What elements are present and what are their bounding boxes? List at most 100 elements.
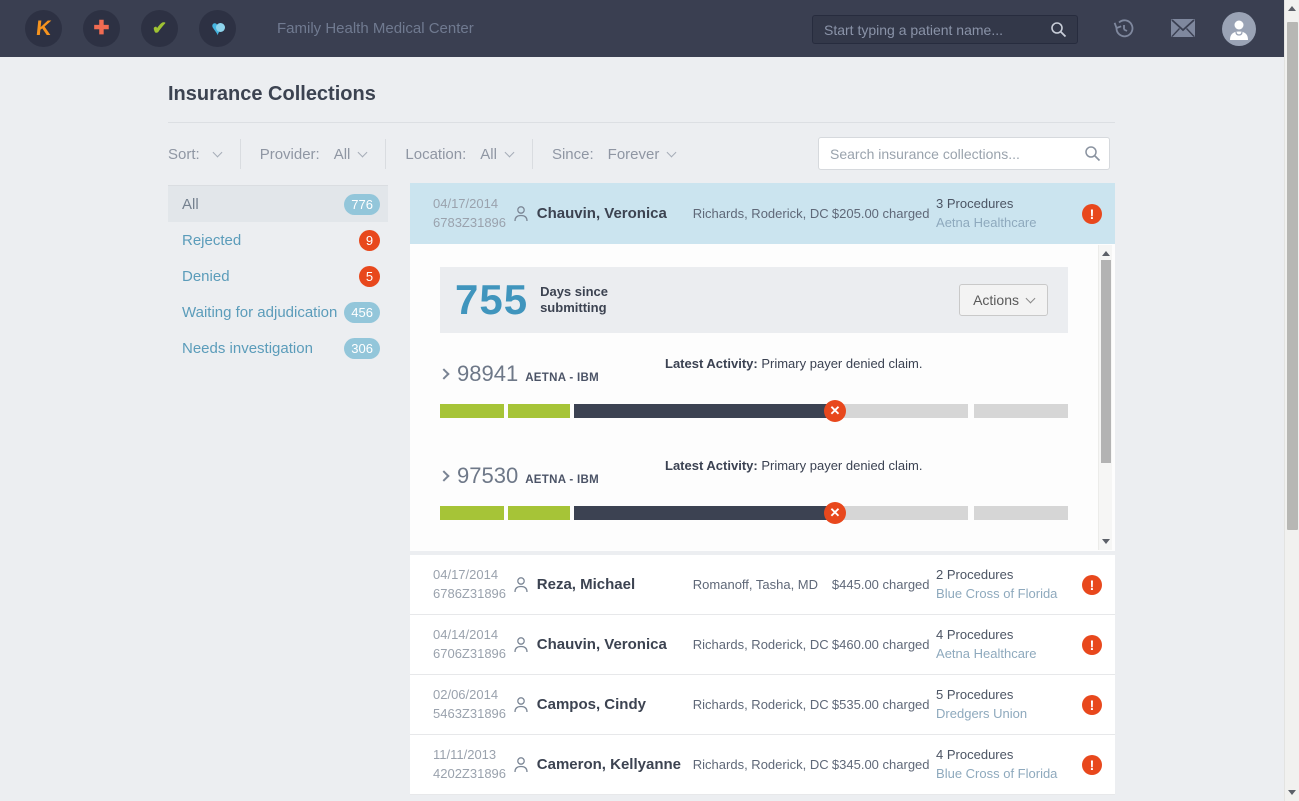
procedures-cell: 5 Procedures Dredgers Union <box>936 686 1082 724</box>
patient-cell: Chauvin, Veronica <box>513 205 693 222</box>
claim-row[interactable]: 02/06/2014 5463Z31896 Campos, Cindy Rich… <box>410 675 1115 735</box>
procedure-block: 98941 AETNA - IBM Latest Activity: Prima… <box>440 352 1068 418</box>
location-label: Location: <box>405 146 466 163</box>
charged-amount: $445.00 charged <box>832 577 936 592</box>
patient-search-input[interactable] <box>812 15 1078 44</box>
person-icon <box>513 696 529 713</box>
progress-segment-complete <box>440 404 504 418</box>
history-icon[interactable] <box>1112 17 1136 46</box>
sidebar-item-label: Denied <box>182 268 230 285</box>
chevron-down-icon <box>1026 293 1036 303</box>
chevron-down-icon <box>667 147 677 157</box>
claim-row-selected[interactable]: 04/17/2014 6783Z31896 Chauvin, Veronica … <box>410 183 1115 244</box>
patient-name: Campos, Cindy <box>537 696 646 713</box>
tasks-check-icon[interactable]: ✔ <box>141 10 178 47</box>
alert-icon[interactable]: ! <box>1082 204 1102 224</box>
sidebar-item-rejected[interactable]: Rejected 9 <box>168 222 388 258</box>
heart-glyph: ♥ <box>211 18 223 39</box>
provider-filter[interactable]: Provider: All <box>260 146 367 163</box>
patient-cell: Reza, Michael <box>513 576 693 593</box>
collections-search-input[interactable] <box>818 137 1110 170</box>
medical-cross-icon[interactable]: ✚ <box>83 10 120 47</box>
chevron-down-icon <box>505 147 515 157</box>
charged-amount: $205.00 charged <box>832 206 936 221</box>
procedures-cell: 4 Procedures Aetna Healthcare <box>936 626 1082 664</box>
procedures-count: 2 Procedures <box>936 566 1082 585</box>
kareo-logo-icon[interactable]: K <box>25 10 62 47</box>
latest-activity: Latest Activity: Primary payer denied cl… <box>665 458 922 473</box>
chevron-down-icon <box>358 147 368 157</box>
denied-x-icon[interactable]: ✕ <box>824 400 846 422</box>
charged-amount: $460.00 charged <box>832 637 936 652</box>
progress-segment-complete <box>508 506 570 520</box>
progress-segment-pending <box>842 506 968 520</box>
claim-row[interactable]: 04/14/2014 6706Z31896 Chauvin, Veronica … <box>410 615 1115 675</box>
alert-icon[interactable]: ! <box>1082 695 1102 715</box>
location-value: All <box>480 146 497 163</box>
sidebar-item-label: Waiting for adjudication <box>182 304 337 321</box>
alert-icon[interactable]: ! <box>1082 635 1102 655</box>
search-icon[interactable] <box>1084 145 1101 167</box>
panel-scrollbar[interactable] <box>1098 245 1112 550</box>
provider-name: Richards, Roderick, DC <box>693 206 832 221</box>
claim-id: 6783Z31896 <box>433 214 513 233</box>
person-icon <box>513 636 529 653</box>
scrollbar-thumb[interactable] <box>1287 22 1298 530</box>
provider-name: Richards, Roderick, DC <box>693 697 832 712</box>
count-badge: 306 <box>344 338 380 359</box>
scroll-down-icon[interactable] <box>1102 539 1110 544</box>
sidebar-item-all[interactable]: All 776 <box>168 186 388 222</box>
payer-name[interactable]: Blue Cross of Florida <box>936 585 1082 604</box>
procedure-block: 97530 AETNA - IBM Latest Activity: Prima… <box>440 454 1068 520</box>
payer-name[interactable]: Blue Cross of Florida <box>936 765 1082 784</box>
since-filter[interactable]: Since: Forever <box>552 146 675 163</box>
charged-amount: $345.00 charged <box>832 757 936 772</box>
scroll-up-icon[interactable] <box>1102 251 1110 256</box>
filter-divider <box>240 139 241 169</box>
claim-detail-panel: 755 Days since submitting Actions 98941 … <box>410 244 1115 555</box>
sort-filter[interactable]: Sort: <box>168 146 221 163</box>
patient-cell: Cameron, Kellyanne <box>513 756 693 773</box>
procedure-plan: AETNA - IBM <box>525 474 599 486</box>
expand-chevron-icon[interactable] <box>438 368 449 379</box>
progress-segment-complete <box>440 506 504 520</box>
actions-button[interactable]: Actions <box>959 284 1048 316</box>
payer-name[interactable]: Dredgers Union <box>936 705 1082 724</box>
sidebar-item-label: All <box>182 196 199 213</box>
sidebar-item-denied[interactable]: Denied 5 <box>168 258 388 294</box>
payer-name[interactable]: Aetna Healthcare <box>936 645 1082 664</box>
claim-row[interactable]: 04/17/2014 6786Z31896 Reza, Michael Roma… <box>410 555 1115 615</box>
claim-row[interactable]: 11/11/2013 4202Z31896 Cameron, Kellyanne… <box>410 735 1115 795</box>
procedure-code[interactable]: 97530 <box>457 463 518 489</box>
alert-icon[interactable]: ! <box>1082 755 1102 775</box>
expand-chevron-icon[interactable] <box>438 470 449 481</box>
procedure-code[interactable]: 98941 <box>457 361 518 387</box>
scroll-up-icon[interactable] <box>1288 6 1296 11</box>
procedures-count: 5 Procedures <box>936 686 1082 705</box>
sidebar-item-needs-investigation[interactable]: Needs investigation 306 <box>168 330 388 366</box>
patient-cell: Chauvin, Veronica <box>513 636 693 653</box>
payer-name[interactable]: Aetna Healthcare <box>936 214 1082 233</box>
since-value: Forever <box>608 146 660 163</box>
scrollbar-thumb[interactable] <box>1101 260 1111 463</box>
since-label: Since: <box>552 146 594 163</box>
sort-label: Sort: <box>168 146 200 163</box>
window-scrollbar[interactable] <box>1284 0 1299 801</box>
check-glyph: ✔ <box>152 18 167 39</box>
count-badge: 456 <box>344 302 380 323</box>
search-icon[interactable] <box>1050 21 1067 43</box>
location-filter[interactable]: Location: All <box>405 146 513 163</box>
alert-icon[interactable]: ! <box>1082 575 1102 595</box>
sidebar-item-waiting-for-adjudication[interactable]: Waiting for adjudication 456 <box>168 294 388 330</box>
claim-date-id: 04/14/2014 6706Z31896 <box>410 626 513 664</box>
messages-icon[interactable] <box>1170 17 1196 44</box>
provider-name: Richards, Roderick, DC <box>693 757 832 772</box>
claim-date: 02/06/2014 <box>433 686 513 705</box>
patient-heart-icon[interactable]: ♥ <box>199 10 236 47</box>
filter-bar: Sort: Provider: All Location: All Since:… <box>168 139 675 169</box>
denied-x-icon[interactable]: ✕ <box>824 502 846 524</box>
scroll-down-icon[interactable] <box>1288 790 1296 795</box>
user-avatar[interactable] <box>1222 12 1256 46</box>
topbar: K ✚ ✔ ♥ Family Health Medical Center <box>0 0 1284 57</box>
provider-name: Richards, Roderick, DC <box>693 637 832 652</box>
